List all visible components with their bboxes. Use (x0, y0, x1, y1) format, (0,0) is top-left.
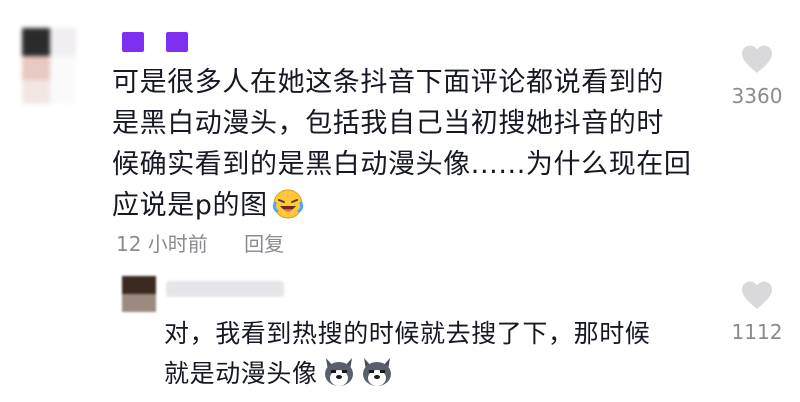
heart-icon[interactable] (740, 281, 774, 314)
comment-meta: 12 小时前 回复 (116, 228, 284, 257)
comment-line: 可是很多人在她这条抖音下面评论都说看到的 (112, 67, 664, 98)
reply-text: 对，我看到热搜的时候就去搜了下，那时候 就是动漫头像 (164, 314, 724, 400)
reply-button[interactable]: 回复 (244, 232, 284, 256)
like-button[interactable]: 1112 (726, 280, 788, 344)
like-count: 1112 (731, 320, 783, 344)
husky-emoji (322, 356, 356, 400)
comment-line: 候确实看到的是黑白动漫头像......为什么现在回 (112, 149, 692, 180)
comment-line: 是黑白动漫头，包括我自己当初搜她抖音的时 (112, 108, 664, 139)
like-count: 3360 (731, 84, 783, 108)
husky-emoji (360, 356, 394, 400)
avatar[interactable] (122, 276, 156, 312)
comment-line: 就是动漫头像 (164, 359, 318, 388)
comment-line: 应说是p的图 (112, 190, 268, 221)
like-button[interactable]: 3360 (726, 44, 788, 108)
comment-line: 对，我看到热搜的时候就去搜了下，那时候 (164, 319, 651, 348)
avatar[interactable] (22, 28, 96, 106)
heart-icon[interactable] (740, 45, 774, 78)
username[interactable] (166, 278, 284, 303)
comment-text: 可是很多人在她这条抖音下面评论都说看到的 是黑白动漫头，包括我自己当初搜她抖音的… (112, 62, 712, 232)
timestamp: 12 小时前 (116, 232, 208, 256)
laughing-crying-emoji (272, 188, 304, 232)
username[interactable] (122, 30, 202, 54)
